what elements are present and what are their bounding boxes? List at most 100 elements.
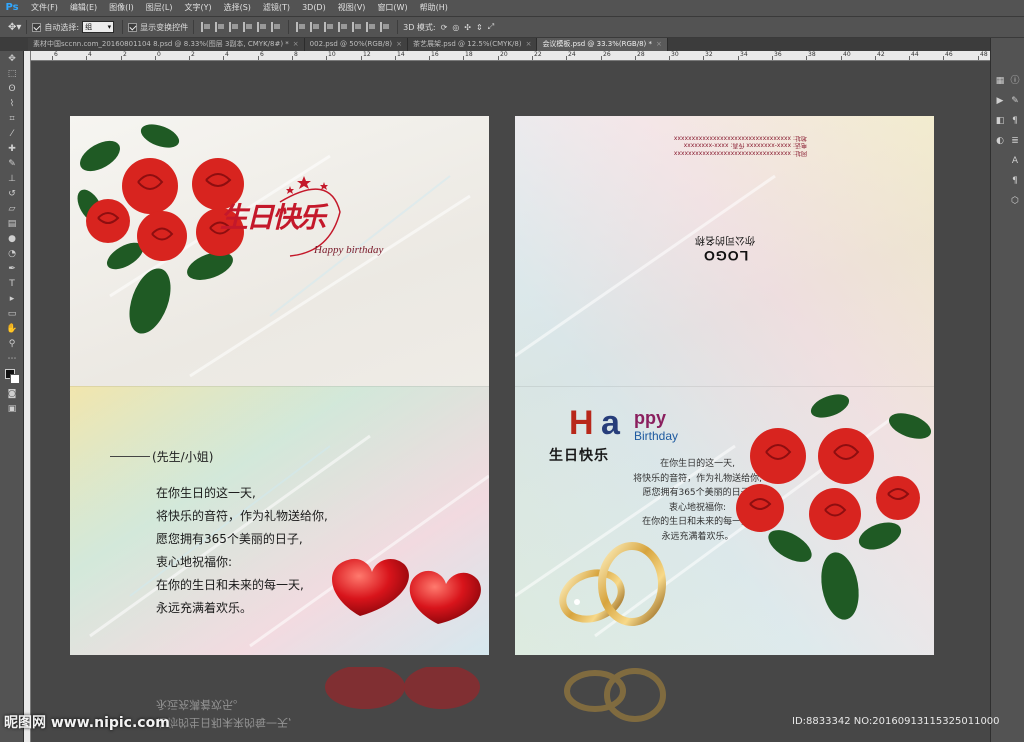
document-tab-active[interactable]: 会议模板.psd @ 33.3%(RGB/8) * × (537, 38, 668, 51)
panel-column: ⓘ ✎ ¶ ≣ A ¶ ⬡ (1008, 68, 1022, 208)
screen-mode-icon[interactable]: ▣ (4, 403, 20, 416)
address-line: 地址: xxxxxxxxxxxxxxxxxxxxxxxxxxxxxxxxx (673, 134, 807, 142)
photoshop-logo-icon: Ps (5, 2, 19, 13)
ruler-tick (498, 56, 499, 60)
ruler-tick-label: 8 (294, 51, 298, 58)
3d-pan-icon[interactable]: ✣ (464, 23, 471, 32)
ruler-tick-label: 4 (88, 51, 92, 58)
menu-view[interactable]: 视图(V) (332, 0, 372, 16)
eraser-tool-icon[interactable]: ▱ (4, 203, 20, 216)
layer-comps-icon[interactable]: ◧ (993, 114, 1007, 128)
brush-panel-icon[interactable]: ✎ (1008, 94, 1022, 108)
paragraph-panel-icon[interactable]: ¶ (1008, 114, 1022, 128)
address-line-text: 网址: (792, 149, 807, 157)
pen-tool-icon[interactable]: ✒ (4, 263, 20, 276)
tab-label: 会议模板.psd @ 33.3%(RGB/8) * (542, 40, 652, 48)
document-canvas[interactable]: 生日快乐 Happy birthday (先生/小姐) 在你生日的这一天, 将快… (31, 62, 990, 742)
close-icon[interactable]: × (526, 40, 532, 48)
paragraph-style-icon[interactable]: ¶ (1008, 174, 1022, 188)
dodge-tool-icon[interactable]: ◔ (4, 248, 20, 261)
color-swatch-icon[interactable] (4, 368, 20, 386)
move-tool-icon[interactable]: ✥ (4, 53, 20, 66)
distribute-right-icon[interactable] (366, 22, 376, 32)
adjustments-icon[interactable]: ◐ (993, 134, 1007, 148)
rectangle-tool-icon[interactable]: ▭ (4, 308, 20, 321)
ruler-tick (223, 56, 224, 60)
show-transform-checkbox[interactable] (128, 22, 138, 32)
align-hcenter-icon[interactable] (257, 22, 267, 32)
card-right-reflection (515, 657, 934, 742)
menu-3d[interactable]: 3D(D) (296, 0, 332, 16)
close-icon[interactable]: × (293, 40, 299, 48)
history-panel-icon[interactable]: ▦ (993, 74, 1007, 88)
background-color-swatch[interactable] (10, 374, 20, 384)
3d-rotate-icon[interactable]: ⟳ (441, 23, 448, 32)
menu-window[interactable]: 窗口(W) (371, 0, 413, 16)
options-bar: ✥▾ 自动选择: 组 ▾ 显示变换控件 3D 模式: ⟳ ◎ ✣ ⇕ ⤢ (0, 16, 1024, 38)
close-icon[interactable]: × (396, 40, 402, 48)
path-select-tool-icon[interactable]: ▸ (4, 293, 20, 306)
move-tool-preset-icon[interactable]: ✥▾ (8, 22, 21, 33)
crop-tool-icon[interactable]: ⌗ (4, 113, 20, 126)
ruler-tick (806, 56, 807, 60)
menu-select[interactable]: 选择(S) (218, 0, 257, 16)
distribute-top-icon[interactable] (296, 22, 306, 32)
menu-help[interactable]: 帮助(H) (414, 0, 454, 16)
auto-select-value: 组 (85, 23, 93, 31)
align-right-icon[interactable] (271, 22, 281, 32)
happy-letter-a: a (601, 404, 620, 442)
actions-panel-icon[interactable]: ▶ (993, 94, 1007, 108)
document-tab[interactable]: 素材中国sccnn.com_20160801104 8.psd @ 8.33%(… (28, 38, 305, 51)
horizontal-ruler[interactable]: 6 4 2 0 2 4 6 8 10 12 14 16 18 20 22 24 26 28 30 32 34 36 38 40… (30, 51, 990, 61)
menu-filter[interactable]: 滤镜(T) (257, 0, 296, 16)
distribute-hcenter-icon[interactable] (352, 22, 362, 32)
brush-tool-icon[interactable]: ✎ (4, 158, 20, 171)
align-bottom-icon[interactable] (229, 22, 239, 32)
more-tools-icon[interactable]: ⋯ (4, 353, 20, 366)
channels-panel-icon[interactable]: ≣ (1008, 134, 1022, 148)
distribute-left-icon[interactable] (338, 22, 348, 32)
3d-panel-icon[interactable]: ⬡ (1008, 194, 1022, 208)
ruler-tick (566, 56, 567, 60)
ruler-tick (258, 56, 259, 60)
company-address-block: 网址: xxxxxxxxxxxxxxxxxxxxxxxxxxxxxxxxx 电话… (637, 134, 807, 157)
zoom-tool-icon[interactable]: ⚲ (4, 338, 20, 351)
auto-align-icon[interactable] (380, 22, 390, 32)
gradient-tool-icon[interactable]: ▤ (4, 218, 20, 231)
distribute-vcenter-icon[interactable] (310, 22, 320, 32)
hand-tool-icon[interactable]: ✋ (4, 323, 20, 336)
menu-type[interactable]: 文字(Y) (178, 0, 217, 16)
menu-edit[interactable]: 编辑(E) (64, 0, 103, 16)
lasso-tool-icon[interactable]: ʘ (4, 83, 20, 96)
character-panel-icon[interactable]: A (1008, 154, 1022, 168)
3d-roll-icon[interactable]: ◎ (452, 23, 459, 32)
document-tab[interactable]: 茶艺展架.psd @ 12.5%(CMYK/8) × (408, 38, 538, 51)
menu-file[interactable]: 文件(F) (25, 0, 64, 16)
close-icon[interactable]: × (656, 40, 662, 48)
type-tool-icon[interactable]: T (4, 278, 20, 291)
quick-select-tool-icon[interactable]: ⌇ (4, 98, 20, 111)
ruler-tick-label: 2 (123, 51, 127, 58)
menu-layer[interactable]: 图层(L) (140, 0, 179, 16)
vertical-ruler[interactable] (24, 51, 31, 742)
menu-image[interactable]: 图像(I) (103, 0, 140, 16)
eyedropper-tool-icon[interactable]: ⁄ (4, 128, 20, 141)
healing-brush-tool-icon[interactable]: ✚ (4, 143, 20, 156)
poem-line: 在你的生日和未来的每一天, (156, 578, 304, 592)
distribute-bottom-icon[interactable] (324, 22, 334, 32)
clone-stamp-tool-icon[interactable]: ⊥ (4, 173, 20, 186)
align-top-icon[interactable] (201, 22, 211, 32)
3d-slide-icon[interactable]: ⇕ (476, 23, 483, 32)
auto-select-checkbox[interactable] (32, 22, 42, 32)
quick-mask-icon[interactable]: ◙ (4, 388, 20, 401)
info-panel-icon[interactable]: ⓘ (1008, 74, 1022, 88)
history-brush-tool-icon[interactable]: ↺ (4, 188, 20, 201)
marquee-tool-icon[interactable]: ⬚ (4, 68, 20, 81)
align-vcenter-icon[interactable] (215, 22, 225, 32)
poem-line: 将快乐的音符，作为礼物送给你, (156, 509, 328, 523)
3d-scale-icon[interactable]: ⤢ (488, 22, 494, 32)
auto-select-dropdown[interactable]: 组 ▾ (82, 21, 115, 33)
document-tab[interactable]: 002.psd @ 50%(RGB/8) × (304, 38, 409, 51)
align-left-icon[interactable] (243, 22, 253, 32)
blur-tool-icon[interactable]: ● (4, 233, 20, 246)
